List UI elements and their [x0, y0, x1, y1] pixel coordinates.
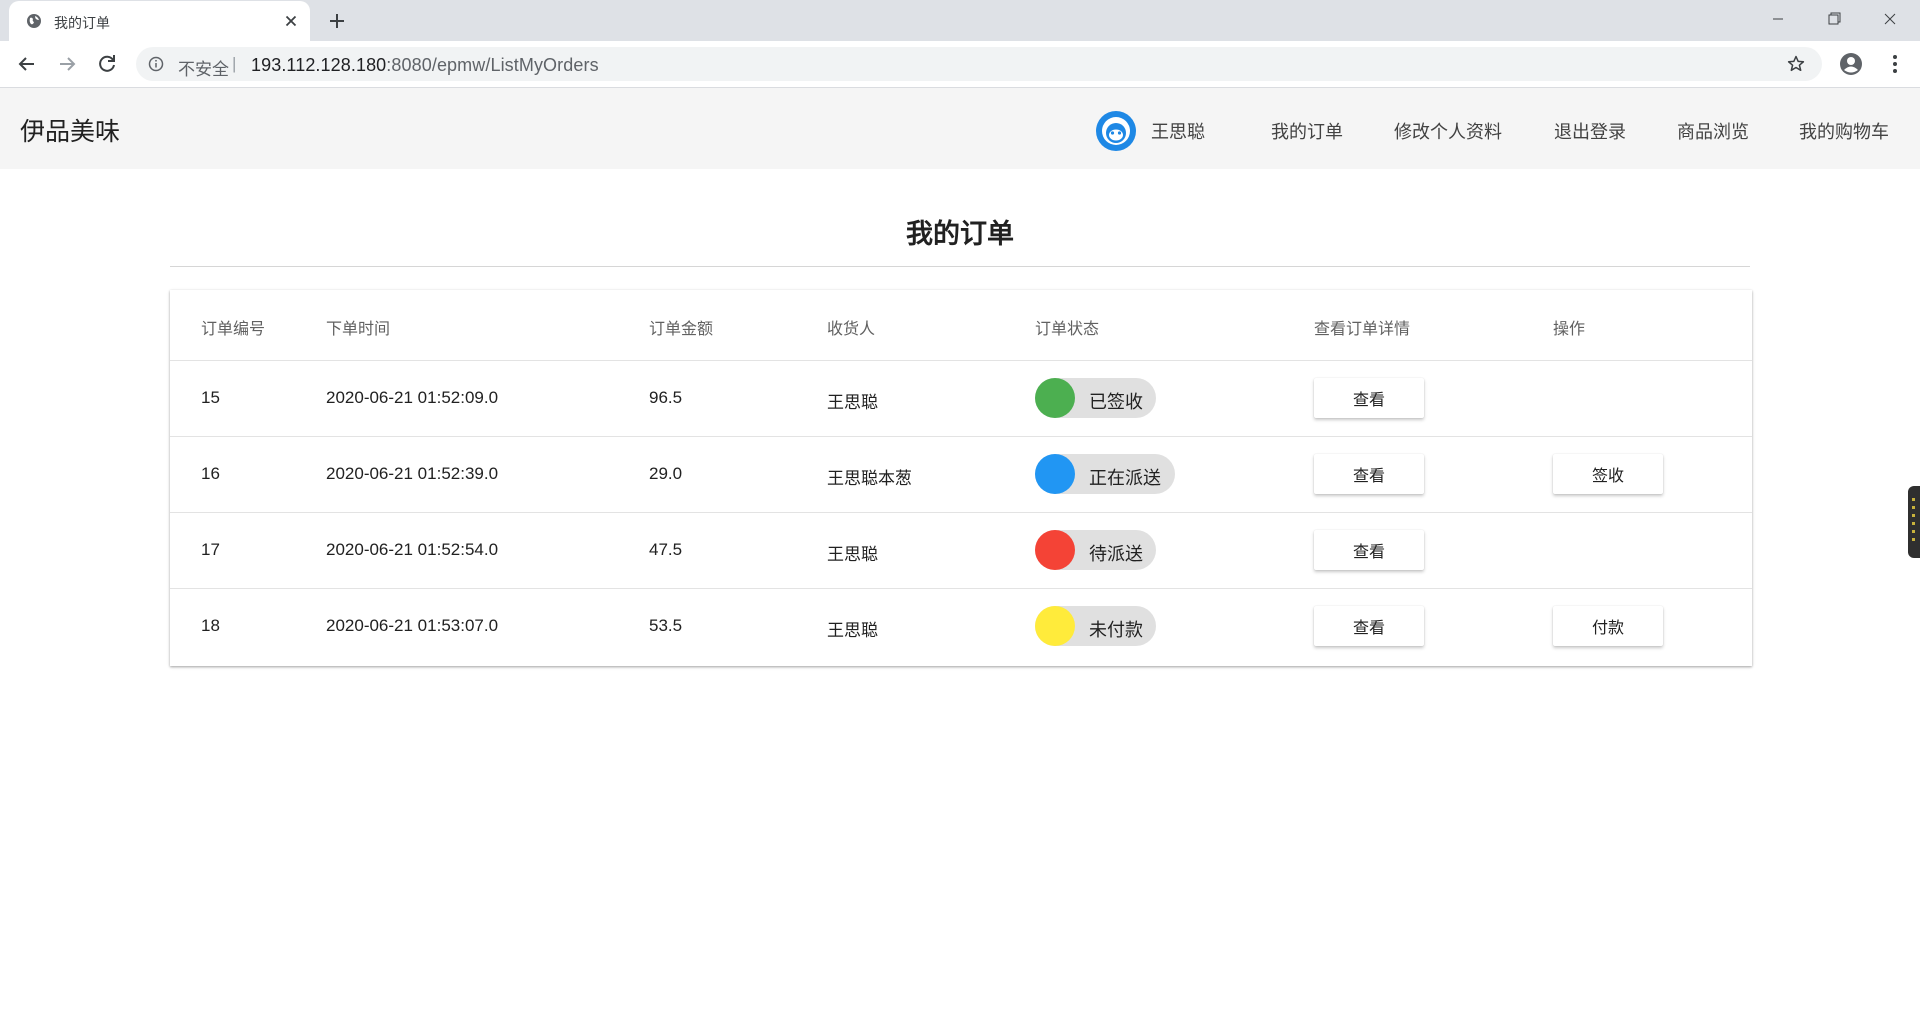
- nav-link-my-orders[interactable]: 我的订单: [1271, 118, 1343, 144]
- status-label: 未付款: [1089, 620, 1143, 640]
- nav-link-logout[interactable]: 退出登录: [1554, 118, 1626, 144]
- reload-icon[interactable]: [94, 51, 120, 77]
- tab-title: 我的订单: [54, 15, 110, 31]
- table-row: 18 2020-06-21 01:53:07.0 53.5 王思聪 未付款 查看…: [170, 589, 1752, 664]
- minimize-icon[interactable]: [1750, 0, 1806, 38]
- order-time: 2020-06-21 01:52:09.0: [326, 388, 499, 407]
- table-header: 订单编号 下单时间 订单金额 收货人 订单状态 查看订单详情 操作: [170, 290, 1752, 361]
- grip-dot: [1912, 514, 1915, 517]
- browser-toolbar: 不安全 | 193.112.128.180:8080/epmw/ListMyOr…: [0, 41, 1920, 88]
- bookmark-star-icon[interactable]: [1786, 54, 1806, 74]
- order-amount: 29.0: [649, 464, 683, 483]
- view-order-button[interactable]: 查看: [1314, 454, 1424, 494]
- more-menu-icon[interactable]: [1882, 51, 1908, 77]
- order-amount: 53.5: [649, 616, 683, 635]
- nav-link-browse-products[interactable]: 商品浏览: [1677, 118, 1749, 144]
- orders-table: 订单编号 下单时间 订单金额 收货人 订单状态 查看订单详情 操作 15 202…: [170, 290, 1752, 666]
- browser-tab-strip: 我的订单: [0, 0, 1920, 41]
- forward-arrow-icon[interactable]: [54, 51, 80, 77]
- page-title: 我的订单: [906, 219, 1014, 249]
- order-id: 16: [201, 464, 220, 483]
- pay-button[interactable]: 付款: [1553, 606, 1663, 646]
- browser-tab[interactable]: 我的订单: [9, 1, 310, 41]
- order-receiver: 王思聪: [827, 621, 878, 640]
- view-order-button[interactable]: 查看: [1314, 606, 1424, 646]
- sign-receipt-button[interactable]: 签收: [1553, 454, 1663, 494]
- globe-icon: [27, 14, 41, 28]
- header-receiver: 收货人: [827, 321, 876, 338]
- nav-user-name[interactable]: 王思聪: [1151, 118, 1205, 144]
- status-label: 待派送: [1089, 544, 1143, 564]
- nav-link-cart[interactable]: 我的购物车: [1799, 118, 1889, 144]
- order-amount: 96.5: [649, 388, 683, 407]
- status-dot: [1035, 378, 1075, 418]
- title-divider: [170, 266, 1750, 267]
- info-icon[interactable]: [148, 56, 164, 72]
- order-time: 2020-06-21 01:52:54.0: [326, 540, 499, 559]
- order-id: 18: [201, 616, 220, 635]
- side-panel-handle[interactable]: [1908, 486, 1920, 558]
- status-chip: 已签收: [1035, 378, 1156, 418]
- order-amount: 47.5: [649, 540, 683, 559]
- status-dot: [1035, 606, 1075, 646]
- order-id: 17: [201, 540, 220, 559]
- status-label: 已签收: [1089, 392, 1143, 412]
- view-order-button[interactable]: 查看: [1314, 530, 1424, 570]
- status-dot: [1035, 454, 1075, 494]
- profile-icon[interactable]: [1838, 51, 1864, 77]
- order-time: 2020-06-21 01:53:07.0: [326, 616, 499, 635]
- grip-dot: [1912, 498, 1915, 501]
- table-row: 17 2020-06-21 01:52:54.0 47.5 王思聪 待派送 查看: [170, 513, 1752, 589]
- table-row: 15 2020-06-21 01:52:09.0 96.5 王思聪 已签收 查看: [170, 361, 1752, 437]
- app-navbar: 伊品美味 王思聪 我的订单 修改个人资料 退出登录 商品浏览 我的购物车: [0, 88, 1920, 169]
- new-tab-icon[interactable]: [326, 10, 348, 32]
- status-label: 正在派送: [1089, 468, 1161, 488]
- grip-dot: [1912, 506, 1915, 509]
- order-receiver: 王思聪本葱: [827, 469, 912, 488]
- grip-dot: [1912, 538, 1915, 541]
- table-row: 16 2020-06-21 01:52:39.0 29.0 王思聪本葱 正在派送…: [170, 437, 1752, 513]
- user-avatar-icon[interactable]: [1096, 111, 1136, 151]
- status-dot: [1035, 530, 1075, 570]
- header-view-details: 查看订单详情: [1314, 321, 1411, 338]
- header-status: 订单状态: [1035, 321, 1100, 338]
- status-chip: 正在派送: [1035, 454, 1175, 494]
- back-arrow-icon[interactable]: [14, 51, 40, 77]
- status-chip: 待派送: [1035, 530, 1156, 570]
- view-order-button[interactable]: 查看: [1314, 378, 1424, 418]
- address-bar[interactable]: 不安全 | 193.112.128.180:8080/epmw/ListMyOr…: [136, 47, 1822, 81]
- close-tab-icon[interactable]: [281, 11, 301, 31]
- not-secure-label: 不安全: [178, 60, 229, 79]
- url-text[interactable]: 193.112.128.180:8080/epmw/ListMyOrders: [251, 55, 599, 76]
- status-chip: 未付款: [1035, 606, 1156, 646]
- header-order-time: 下单时间: [326, 321, 391, 338]
- grip-dot: [1912, 530, 1915, 533]
- order-id: 15: [201, 388, 220, 407]
- address-separator: |: [232, 54, 237, 73]
- order-receiver: 王思聪: [827, 545, 878, 564]
- header-amount: 订单金额: [649, 321, 714, 338]
- order-receiver: 王思聪: [827, 393, 878, 412]
- url-host: 193.112.128.180: [251, 55, 387, 75]
- order-time: 2020-06-21 01:52:39.0: [326, 464, 499, 483]
- url-path: :8080/epmw/ListMyOrders: [386, 55, 599, 75]
- restore-icon[interactable]: [1806, 0, 1862, 38]
- grip-dot: [1912, 522, 1915, 525]
- header-actions: 操作: [1553, 321, 1586, 338]
- brand-logo-text[interactable]: 伊品美味: [20, 112, 120, 148]
- header-order-id: 订单编号: [201, 321, 266, 338]
- nav-link-edit-profile[interactable]: 修改个人资料: [1394, 118, 1502, 144]
- close-window-icon[interactable]: [1862, 0, 1918, 38]
